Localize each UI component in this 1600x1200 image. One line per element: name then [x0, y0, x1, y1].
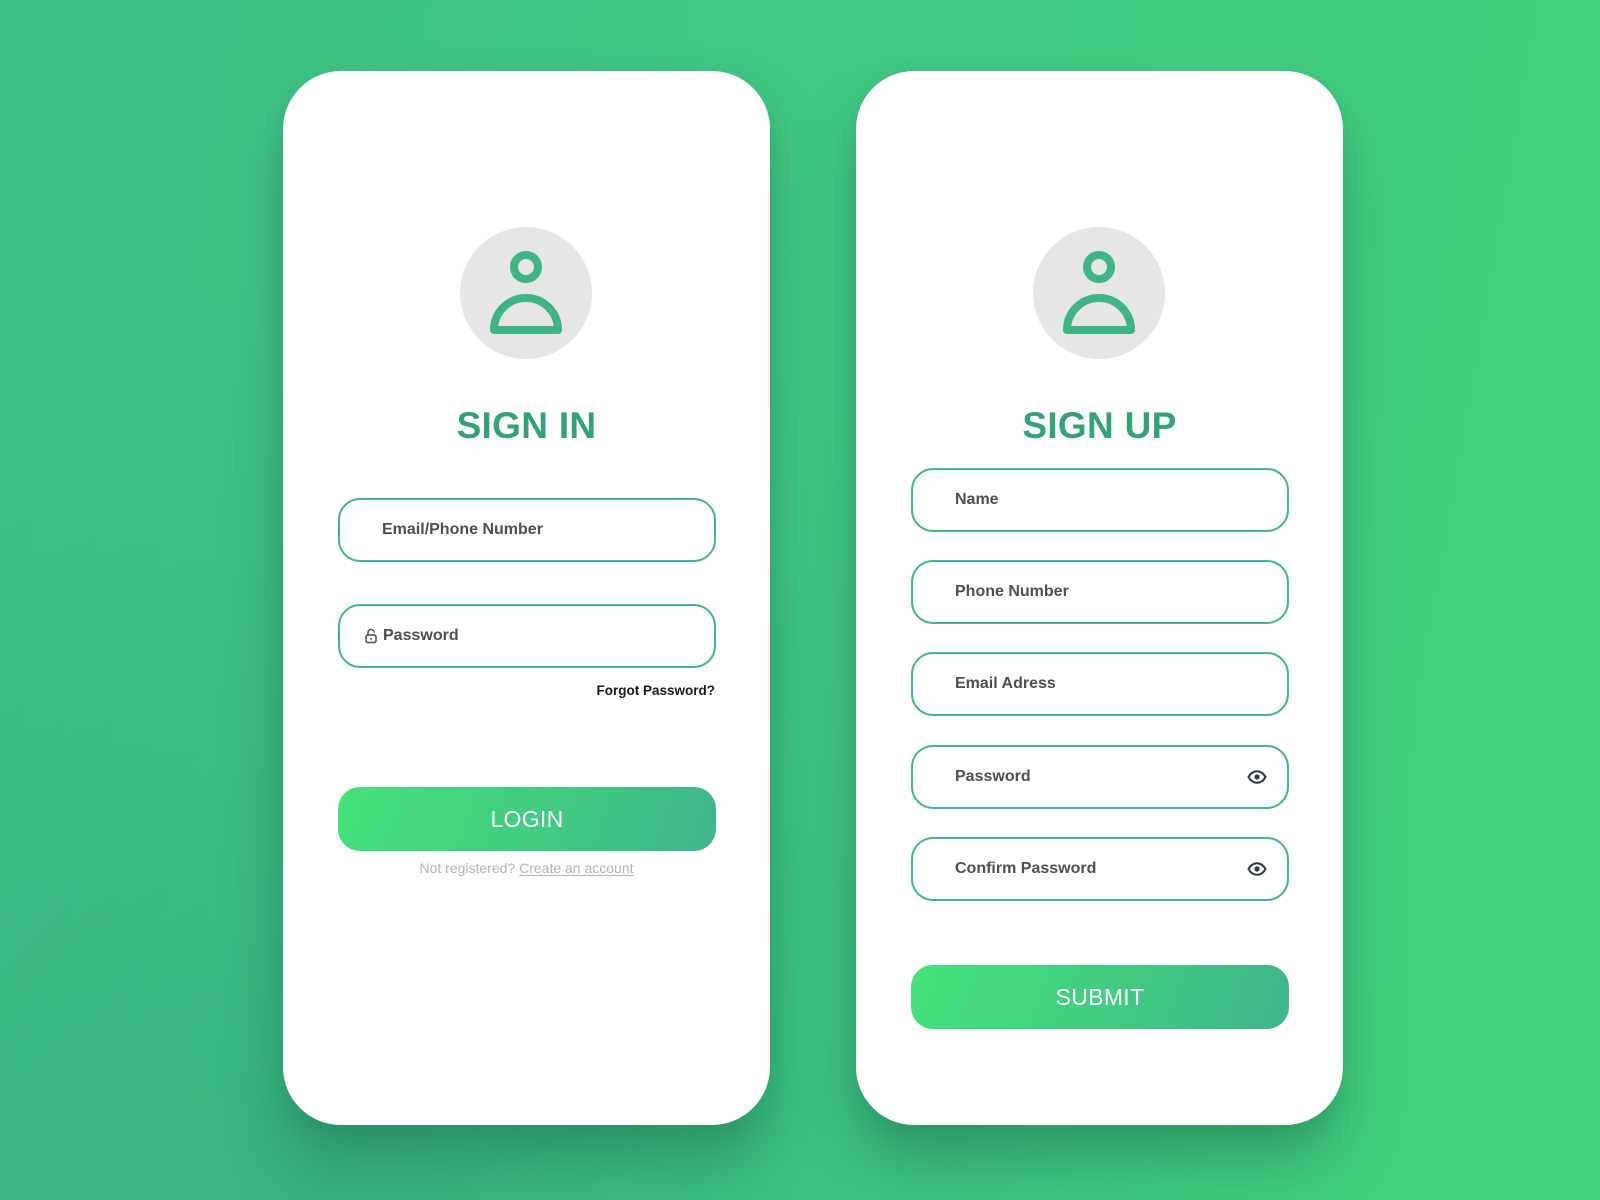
sign-up-card: SIGN UP SUBMIT: [856, 71, 1343, 1125]
confirm-password-input[interactable]: [955, 860, 1235, 878]
confirm-password-field[interactable]: [911, 837, 1289, 901]
user-icon: [1063, 251, 1135, 334]
sign-in-title: SIGN IN: [456, 405, 597, 446]
user-icon: [490, 251, 562, 334]
sign-up-avatar: [1033, 227, 1165, 359]
eye-icon[interactable]: [1247, 770, 1267, 784]
lock-icon: [364, 628, 378, 644]
phone-number-field[interactable]: [911, 560, 1289, 624]
email-address-field[interactable]: [911, 652, 1289, 716]
login-button[interactable]: LOGIN: [338, 787, 716, 851]
password-field[interactable]: [338, 604, 716, 668]
name-field[interactable]: [911, 468, 1289, 532]
email-address-input[interactable]: [955, 675, 1235, 693]
background: [0, 0, 1600, 1200]
email-phone-field[interactable]: [338, 498, 716, 562]
email-phone-input[interactable]: [382, 521, 662, 539]
forgot-password-link[interactable]: Forgot Password?: [596, 683, 715, 698]
sign-up-title: SIGN UP: [1022, 405, 1177, 446]
password-input[interactable]: [383, 627, 663, 645]
eye-icon[interactable]: [1247, 862, 1267, 876]
sign-in-card: SIGN IN Forgot Password? LOGIN Not regis…: [283, 71, 770, 1125]
name-input[interactable]: [955, 491, 1235, 509]
register-prompt-text: Not registered?: [419, 860, 516, 876]
signup-password-field[interactable]: [911, 745, 1289, 809]
create-account-link[interactable]: Create an account: [519, 860, 633, 876]
phone-number-input[interactable]: [955, 583, 1235, 601]
register-prompt: Not registered? Create an account: [283, 860, 770, 876]
sign-in-avatar: [460, 227, 592, 359]
signup-password-input[interactable]: [955, 768, 1235, 786]
submit-button[interactable]: SUBMIT: [911, 965, 1289, 1029]
